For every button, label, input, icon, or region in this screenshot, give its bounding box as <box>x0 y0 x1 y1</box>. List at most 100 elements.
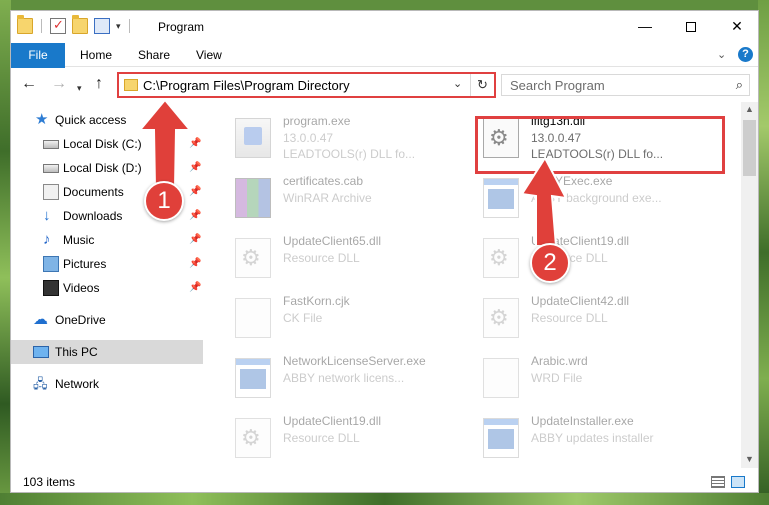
up-arrow-icon[interactable]: ↑ <box>95 76 103 92</box>
dll-icon <box>235 418 271 458</box>
pictures-icon <box>43 256 59 272</box>
file-icon <box>235 298 271 338</box>
minimize-button[interactable]: — <box>622 11 668 41</box>
nav-item-label: Local Disk (C:) <box>63 137 142 151</box>
star-icon: ★ <box>35 111 49 128</box>
videos-icon <box>43 280 59 296</box>
file-item[interactable]: Arabic.wrd WRD File <box>469 344 709 404</box>
nav-item-local-disk-d[interactable]: Local Disk (D:) 📌 <box>11 156 203 180</box>
pin-icon[interactable]: 📌 <box>189 156 201 180</box>
properties-check-icon[interactable] <box>50 17 66 34</box>
file-item[interactable]: NetworkLicenseServer.exe ABBY network li… <box>221 344 461 404</box>
nav-item-label: Network <box>55 377 100 391</box>
toolbar-separator <box>128 19 130 33</box>
file-item[interactable]: certificates.cab WinRAR Archive <box>221 164 461 224</box>
new-folder-icon[interactable] <box>72 15 88 34</box>
expand-ribbon-icon[interactable]: ⌄ <box>717 48 726 61</box>
file-item[interactable]: UpdateClient65.dll Resource DLL <box>221 224 461 284</box>
help-icon[interactable]: ? <box>738 47 753 62</box>
nav-item-label: Downloads <box>63 209 123 223</box>
nav-item-music[interactable]: ♪ Music 📌 <box>11 228 203 252</box>
scroll-thumb[interactable] <box>743 120 756 176</box>
refresh-icon[interactable]: ↻ <box>470 74 494 96</box>
program-icon <box>235 118 271 158</box>
file-name: certificates.cab <box>283 174 364 188</box>
nav-item-network[interactable]: 🖧 Network <box>11 372 203 396</box>
archive-icon <box>235 178 271 218</box>
disk-icon <box>43 140 59 149</box>
toolbar-separator <box>41 19 42 33</box>
background-bottom <box>0 493 769 505</box>
maximize-icon <box>686 22 696 33</box>
tab-home[interactable]: Home <box>68 43 124 67</box>
background-right <box>758 0 769 505</box>
large-icons-view-icon[interactable] <box>731 476 745 488</box>
address-bar[interactable]: C:\Program Files\Program Directory ⌄ ↻ <box>117 72 496 98</box>
search-icon[interactable]: ⌕ <box>736 77 743 93</box>
pin-icon[interactable]: 📌 <box>189 204 201 228</box>
pin-icon[interactable]: 📌 <box>189 228 201 252</box>
nav-item-onedrive[interactable]: ☁ OneDrive <box>11 308 203 332</box>
search-input[interactable] <box>502 75 722 95</box>
nav-item-label: Local Disk (D:) <box>63 161 142 175</box>
file-detail: WRD File <box>531 371 583 385</box>
pin-icon[interactable]: 📌 <box>189 180 201 204</box>
disk-icon <box>43 164 59 173</box>
back-arrow-icon[interactable]: ← <box>21 76 37 92</box>
scroll-up-icon[interactable]: ▲ <box>745 104 754 114</box>
file-name: UpdateClient65.dll <box>283 234 382 248</box>
address-dropdown-icon[interactable]: ⌄ <box>453 77 462 90</box>
pin-icon[interactable]: 📌 <box>189 276 201 300</box>
document-icon <box>43 184 59 200</box>
folder-icon <box>124 79 138 91</box>
customize-toolbar-icon[interactable] <box>94 18 110 34</box>
tab-view[interactable]: View <box>184 43 234 67</box>
file-item[interactable]: UpdateClient42.dll Resource DLL <box>469 284 709 344</box>
folder-icon <box>17 15 33 34</box>
file-name: FastKorn.cjk <box>283 294 350 308</box>
nav-item-videos[interactable]: Videos 📌 <box>11 276 203 300</box>
file-detail: ABBY updates installer <box>531 431 654 445</box>
address-row: ← → ▾ ↑ C:\Program Files\Program Directo… <box>11 68 758 102</box>
nav-item-label: OneDrive <box>55 313 106 327</box>
file-item[interactable]: UpdateClient19.dll Resource DLL <box>469 224 709 284</box>
nav-item-label: Videos <box>63 281 100 295</box>
file-item[interactable]: UpdateClient19.dll Resource DLL <box>221 404 461 464</box>
maximize-button[interactable] <box>668 11 714 41</box>
scroll-down-icon[interactable]: ▼ <box>745 454 754 464</box>
exe-icon <box>235 358 271 398</box>
network-icon: 🖧 <box>33 376 48 391</box>
vertical-scrollbar[interactable]: ▲ ▼ <box>741 102 758 468</box>
file-name: UpdateClient19.dll <box>283 414 382 428</box>
nav-item-quick-access[interactable]: ★ Quick access <box>11 108 203 132</box>
recent-locations-icon[interactable]: ▾ <box>77 80 82 96</box>
file-detail: Resource DLL <box>283 431 360 445</box>
nav-item-this-pc[interactable]: This PC <box>11 340 203 364</box>
tab-share[interactable]: Share <box>126 43 182 67</box>
nav-item-pictures[interactable]: Pictures 📌 <box>11 252 203 276</box>
pin-icon[interactable]: 📌 <box>189 252 201 276</box>
cloud-icon: ☁ <box>33 311 48 328</box>
minimize-icon: — <box>638 18 652 34</box>
file-name: ABBYExec.exe <box>531 174 613 188</box>
address-path[interactable]: C:\Program Files\Program Directory <box>143 78 350 93</box>
nav-item-local-disk-c[interactable]: Local Disk (C:) 📌 <box>11 132 203 156</box>
file-name: program.exe <box>283 114 351 128</box>
nav-item-label: Music <box>63 233 95 247</box>
close-button[interactable]: ✕ <box>714 11 758 41</box>
toolbar-dropdown-icon[interactable]: ▾ <box>116 21 121 32</box>
details-view-icon[interactable] <box>711 476 725 488</box>
forward-arrow-icon[interactable]: → <box>51 76 67 92</box>
search-box[interactable]: ⌕ <box>501 74 750 96</box>
exe-icon <box>483 418 519 458</box>
file-description: LEADTOOLS(r) DLL fo... <box>283 147 416 161</box>
download-icon: ↓ <box>43 207 51 224</box>
file-item[interactable]: FastKorn.cjk CK File <box>221 284 461 344</box>
file-name: UpdateInstaller.exe <box>531 414 634 428</box>
file-detail: WinRAR Archive <box>283 191 372 205</box>
file-item[interactable]: UpdateInstaller.exe ABBY updates install… <box>469 404 709 464</box>
nav-item-label: Documents <box>63 185 124 199</box>
file-item[interactable]: program.exe 13.0.0.47 LEADTOOLS(r) DLL f… <box>221 104 461 164</box>
pin-icon[interactable]: 📌 <box>189 132 201 156</box>
nav-item-label: Pictures <box>63 257 107 271</box>
